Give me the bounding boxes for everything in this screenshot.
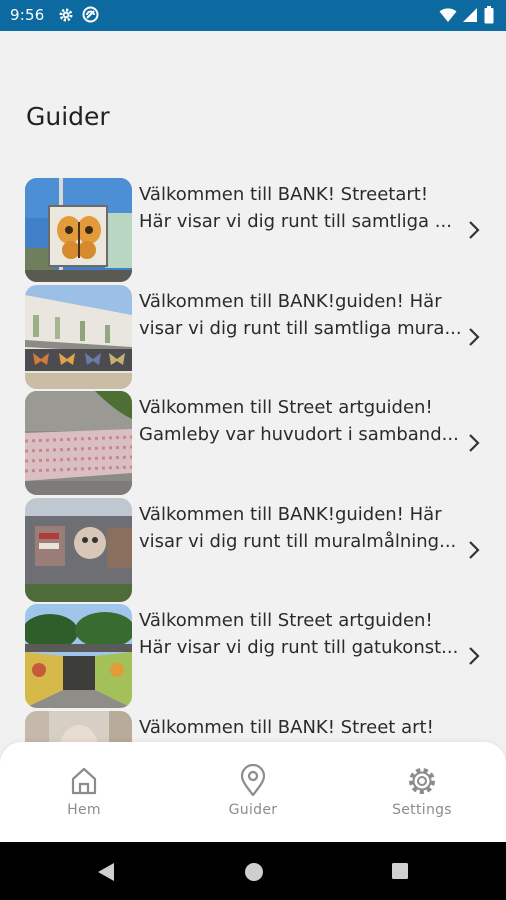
- recents-icon[interactable]: [391, 862, 409, 880]
- home-circle-icon[interactable]: [244, 862, 264, 882]
- guide-description: Välkommen till Street artguiden! Gamleby…: [139, 394, 464, 448]
- guide-description: Välkommen till Street artguiden! Här vis…: [139, 607, 464, 661]
- guide-subtitle-line: visar vi dig runt till samtliga mura...: [139, 317, 462, 339]
- guide-thumbnail: [25, 497, 132, 602]
- guide-thumbnail: [25, 178, 132, 282]
- bottom-navigation: Hem Guider Settings: [0, 742, 506, 842]
- chevron-right-icon[interactable]: [466, 327, 482, 347]
- nav-label: Hem: [67, 802, 101, 818]
- home-icon: [71, 767, 97, 795]
- signal-icon: [463, 8, 477, 22]
- chevron-right-icon[interactable]: [466, 646, 482, 666]
- chevron-right-icon[interactable]: [466, 433, 482, 453]
- guide-title-line: Välkommen till BANK! Street art!: [139, 716, 434, 738]
- wifi-icon: [439, 8, 457, 22]
- vpn-icon: [82, 6, 99, 23]
- list-item[interactable]: Välkommen till BANK!guiden! Här visar vi…: [0, 497, 506, 605]
- gear-icon: [59, 8, 73, 21]
- guide-list: Välkommen till BANK! Streetart! Här visa…: [0, 178, 506, 818]
- guide-title-line: Välkommen till Street artguiden!: [139, 610, 433, 632]
- list-item[interactable]: Välkommen till BANK! Streetart! Här visa…: [0, 178, 506, 285]
- guide-subtitle-line: visar vi dig runt till muralmålning...: [139, 530, 457, 552]
- chevron-right-icon[interactable]: [466, 220, 482, 240]
- back-icon[interactable]: [96, 862, 116, 882]
- gear-icon: [409, 768, 435, 794]
- guide-subtitle-line: Gamleby var huvudort i samband...: [139, 424, 459, 446]
- guide-title-line: Välkommen till Street artguiden!: [139, 397, 433, 419]
- guide-description: Välkommen till BANK!guiden! Här visar vi…: [139, 288, 464, 342]
- nav-label: Guider: [228, 802, 278, 818]
- status-bar: 9:56: [0, 0, 506, 31]
- battery-icon: [484, 6, 494, 24]
- guide-title-line: Välkommen till BANK!guiden! Här: [139, 503, 442, 525]
- list-item[interactable]: Välkommen till Street artguiden! Gamleby…: [0, 391, 506, 498]
- guide-title-line: Välkommen till BANK! Streetart!: [139, 184, 429, 205]
- guide-title-line: Välkommen till BANK!guiden! Här: [139, 290, 442, 312]
- guide-description: Välkommen till BANK!guiden! Här visar vi…: [139, 501, 464, 555]
- page-title: Guider: [26, 102, 110, 131]
- guide-subtitle-line: Här visar vi dig runt till samtliga ...: [139, 211, 452, 232]
- map-pin-icon: [240, 764, 266, 797]
- system-navigation-bar: [0, 842, 506, 900]
- guide-thumbnail: [25, 391, 132, 496]
- guide-subtitle-line: Här visar vi dig runt till gatukonst...: [139, 637, 459, 659]
- guide-thumbnail: [25, 284, 132, 389]
- nav-item-hem[interactable]: Hem: [24, 764, 144, 818]
- app-screen: 9:56 Guider Välkommen till BANK! Streeta…: [0, 0, 506, 900]
- chevron-right-icon[interactable]: [466, 540, 482, 560]
- nav-item-guider[interactable]: Guider: [193, 764, 313, 818]
- list-item[interactable]: Välkommen till BANK!guiden! Här visar vi…: [0, 284, 506, 392]
- status-time: 9:56: [10, 6, 45, 24]
- guide-thumbnail: [25, 604, 132, 709]
- list-item[interactable]: Välkommen till Street artguiden! Här vis…: [0, 604, 506, 711]
- nav-item-settings[interactable]: Settings: [362, 764, 482, 818]
- guide-description: Välkommen till BANK! Streetart! Här visa…: [139, 181, 464, 235]
- guide-description: Välkommen till BANK! Street art!: [139, 714, 464, 741]
- nav-label: Settings: [392, 802, 452, 818]
